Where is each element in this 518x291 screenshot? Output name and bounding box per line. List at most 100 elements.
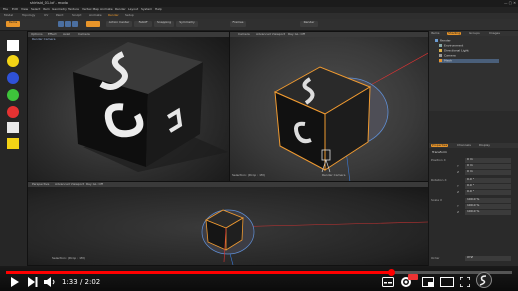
tab-shading[interactable]: Shading [447,31,462,35]
hd-badge-icon [408,274,418,280]
tab-paint[interactable]: Paint [56,13,63,18]
scale-x-field[interactable]: 100.0 % [465,198,511,203]
menu-vertex-map[interactable]: Vertex Map [82,7,99,12]
play-icon[interactable] [10,277,20,287]
auto-select-button[interactable] [86,21,100,27]
tab-sculpt[interactable]: Sculpt [72,13,81,18]
properties-section-title: Transform [432,150,447,154]
tab-model[interactable]: Model [4,13,13,18]
list-item[interactable]: Render [435,39,451,43]
polygons-mode-button[interactable] [72,21,78,27]
time-display: 1:33 / 2:02 [62,278,101,286]
prop-row: Order XYZ [431,256,513,261]
position-y-field[interactable]: 0 m [465,164,511,169]
action-center-button[interactable]: Action Center [106,20,132,27]
symmetry-button[interactable]: Symmetry [176,20,198,27]
prop-row: Y 100.0 % [431,204,513,209]
prop-row: Rotation X 0.0 ° [431,178,513,183]
snapping-label: Snapping [156,20,172,24]
list-item[interactable]: Directional Light [439,49,469,53]
position-x-field[interactable]: 0 m [465,158,511,163]
order-dropdown[interactable]: XYZ [465,256,511,261]
light-icon [439,49,442,52]
tab-groups[interactable]: Groups [469,31,480,36]
bottom-status: Selection: (Drop : 1M) [52,256,85,260]
red-swatch[interactable] [7,106,19,118]
prop-row: Y0 m [431,164,513,169]
scale-y-field[interactable]: 100.0 % [465,204,511,209]
menu-layout[interactable]: Layout [128,7,138,12]
menu-select[interactable]: Select [31,7,40,12]
blue-swatch[interactable] [7,72,19,84]
green-swatch[interactable] [7,89,19,101]
dice-cube-render [73,42,228,172]
volume-icon[interactable] [44,277,56,287]
list-item[interactable]: Camera [439,54,456,58]
fullscreen-icon[interactable] [460,277,470,287]
theater-icon[interactable] [440,277,454,287]
perspective-camera-status: Render Camera [322,173,346,177]
white-swatch[interactable] [7,40,19,51]
title-bar: shirtsid_01.lxf - modo — ▢ ✕ [0,0,518,7]
rotation-x-field[interactable]: 0.0 ° [465,178,511,183]
miniplayer-icon[interactable] [422,277,434,287]
mesh-icon [439,59,442,62]
symmetry-label: Symmetry [179,20,195,24]
snapping-button[interactable]: Snapping [154,20,174,27]
menu-item[interactable]: Item [43,7,50,12]
tab-display[interactable]: Display [479,143,490,148]
subtitles-icon[interactable] [382,277,394,287]
tab-items-list[interactable]: Items [431,31,439,36]
tab-channels[interactable]: Channels [457,143,471,148]
list-item[interactable]: Environment [439,44,463,48]
tab-topology[interactable]: Topology [22,13,35,18]
progress-scrubber[interactable] [388,269,396,276]
menu-view[interactable]: View [21,7,28,12]
next-icon[interactable] [28,277,38,287]
prop-row: Z 100.0 % [431,210,513,215]
yellow-square-swatch[interactable] [7,138,19,149]
properties-panel-tabs: Properties Channels Display [429,143,518,148]
tab-images[interactable]: Images [489,31,500,36]
frames-button[interactable]: Frames [230,20,246,27]
progress-fill [6,271,392,274]
render-viewport[interactable]: Options Effect Avail Camera Render Camer… [27,31,231,183]
scale-z-field[interactable]: 100.0 % [465,210,511,215]
bottom-viewport[interactable]: Perspective Advanced Viewport Ray GL: Of… [27,181,429,266]
items-mode-button[interactable]: Items [6,20,20,27]
menu-system[interactable]: System [141,7,152,12]
render-label: Render [303,20,315,24]
menu-texture[interactable]: Texture [68,7,79,12]
menu-render[interactable]: Render [115,7,126,12]
wireframe-scene [273,52,428,182]
edges-mode-button[interactable] [65,21,71,27]
tab-setup[interactable]: Setup [125,13,134,18]
window-controls[interactable]: — ▢ ✕ [504,1,516,5]
render-button[interactable]: Render [300,20,318,27]
tab-animate[interactable]: Animate [89,13,102,18]
menu-help[interactable]: Help [155,7,162,12]
menu-edit[interactable]: Edit [12,7,18,12]
frames-label: Frames [232,20,244,24]
vertices-mode-button[interactable] [58,21,64,27]
light-gray-swatch[interactable] [7,122,19,133]
tab-properties[interactable]: Properties [431,143,449,147]
render-icon [435,39,438,42]
position-z-field[interactable]: 0 m [465,170,511,175]
right-panel: Items Shading Groups Images Render Envir… [428,31,518,266]
perspective-viewport[interactable]: Camera Advanced Viewport Ray GL: Off Sel… [229,31,429,183]
tab-uv[interactable]: UV [44,13,48,18]
camera-icon [439,54,442,57]
list-item-selected[interactable]: Mesh [439,59,499,63]
rotation-z-field[interactable]: 0.0 ° [465,190,511,195]
menu-animate[interactable]: Animate [100,7,113,12]
rotation-y-field[interactable]: 0.0 ° [465,184,511,189]
action-center-label: Action Center [108,20,130,24]
menu-file[interactable]: File [3,7,8,12]
falloff-button[interactable]: Falloff [134,20,152,27]
toolbar: Items Action Center Falloff Snapping Sym… [0,19,518,31]
tab-render[interactable]: Render [108,13,119,18]
window-title: shirtsid_01.lxf - modo [30,1,68,5]
menu-geometry[interactable]: Geometry [52,7,67,12]
yellow-swatch[interactable] [7,55,19,67]
